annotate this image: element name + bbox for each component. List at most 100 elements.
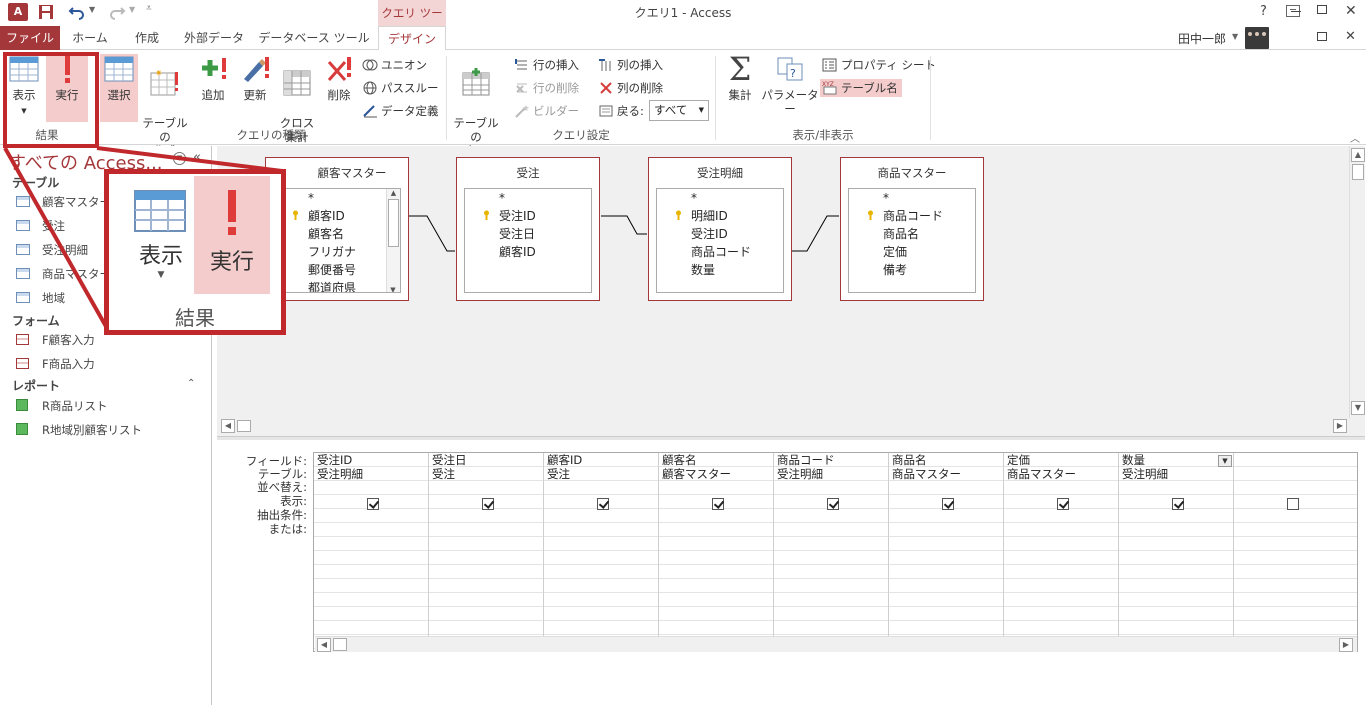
field-item[interactable]: 明細ID xyxy=(657,207,783,225)
crosstab-button[interactable]: クロス 集計 xyxy=(277,54,317,144)
grid-table-cell[interactable]: 受注明細 xyxy=(777,467,823,481)
redo-dropdown-icon[interactable]: ▼ xyxy=(129,5,135,14)
close-document-button[interactable]: ✕ xyxy=(1345,29,1356,44)
access-logo-icon[interactable]: A xyxy=(8,3,28,21)
scroll-down-button[interactable]: ▼ xyxy=(1351,401,1365,415)
select-button[interactable]: 選択 xyxy=(100,54,138,122)
scroll-thumb[interactable] xyxy=(388,199,399,247)
totals-button[interactable]: Σ 集計 xyxy=(720,53,760,122)
undo-icon[interactable] xyxy=(68,4,86,20)
grid-column[interactable]: 商品コード 受注明細 xyxy=(774,453,889,636)
union-button[interactable]: ユニオン xyxy=(362,56,427,74)
minimize-icon[interactable] xyxy=(1291,11,1301,12)
scroll-up-button[interactable]: ▲ xyxy=(1351,148,1365,162)
insert-rows-button[interactable]: 行の挿入 xyxy=(514,56,579,74)
field-item[interactable]: * xyxy=(849,189,975,207)
delete-button[interactable]: 削除 xyxy=(320,54,358,122)
table-names-button[interactable]: XYZ テーブル名 xyxy=(820,79,902,97)
nav-item-report[interactable]: R地域別顧客リスト xyxy=(16,420,142,440)
scroll-left-button[interactable]: ◀ xyxy=(221,419,235,433)
update-button[interactable]: 更新 xyxy=(236,54,274,122)
grid-column[interactable]: 顧客ID 受注 xyxy=(544,453,659,636)
grid-field-cell[interactable]: 受注日 xyxy=(432,453,467,467)
grid-column[interactable]: 顧客名 顧客マスター xyxy=(659,453,774,636)
scroll-right-button[interactable]: ▶ xyxy=(1339,638,1353,652)
field-item[interactable]: 商品名 xyxy=(849,225,975,243)
field-item[interactable]: 定価 xyxy=(849,243,975,261)
data-definition-button[interactable]: データ定義 xyxy=(362,102,439,120)
field-item[interactable]: * xyxy=(465,189,591,207)
insert-columns-button[interactable]: 列の挿入 xyxy=(598,56,663,74)
tab-design[interactable]: デザイン xyxy=(378,26,446,51)
delete-columns-button[interactable]: 列の削除 xyxy=(598,79,663,97)
show-checkbox[interactable] xyxy=(942,498,954,510)
return-select[interactable]: すべて ▼ xyxy=(649,100,709,121)
scroll-right-button[interactable]: ▶ xyxy=(1333,419,1347,433)
grid-field-cell[interactable]: 顧客ID xyxy=(547,453,582,467)
field-item[interactable]: 商品コード xyxy=(849,207,975,225)
user-name[interactable]: 田中一郎 xyxy=(1178,30,1226,47)
field-item[interactable]: 受注日 xyxy=(465,225,591,243)
tab-external-data[interactable]: 外部データ xyxy=(176,26,252,50)
grid-table-cell[interactable]: 商品マスター xyxy=(892,467,961,481)
help-button[interactable]: ? xyxy=(1260,4,1267,19)
scroll-thumb[interactable] xyxy=(333,638,347,651)
field-item[interactable]: 数量 xyxy=(657,261,783,279)
builder-button[interactable]: ビルダー xyxy=(514,102,579,120)
field-dropdown-button[interactable]: ▼ xyxy=(1218,455,1232,467)
grid-column[interactable]: 受注ID 受注明細 xyxy=(314,453,429,636)
section-collapse-icon[interactable]: ⌃ xyxy=(187,378,195,389)
nav-item-report[interactable]: R商品リスト xyxy=(16,396,108,416)
delete-rows-button[interactable]: 行の削除 xyxy=(514,79,579,97)
field-list-title[interactable]: 受注 xyxy=(457,158,599,188)
field-list-title[interactable]: 商品マスター xyxy=(841,158,983,188)
save-icon[interactable] xyxy=(38,4,54,20)
property-sheet-button[interactable]: プロパティ シート xyxy=(822,56,936,74)
field-list-product-master[interactable]: 商品マスター * 商品コード 商品名 定価 備考 xyxy=(840,157,984,301)
undo-dropdown-icon[interactable]: ▼ xyxy=(89,5,95,14)
show-checkbox[interactable] xyxy=(1287,498,1299,510)
show-checkbox[interactable] xyxy=(827,498,839,510)
h-scrollbar[interactable]: ◀ ▶ xyxy=(217,418,1349,434)
grid-field-cell[interactable]: 顧客名 xyxy=(662,453,697,467)
restore-button[interactable] xyxy=(1317,5,1327,14)
parameters-button[interactable]: ? パラメーター xyxy=(761,54,819,122)
show-checkbox[interactable] xyxy=(482,498,494,510)
grid-column[interactable]: 商品名 商品マスター xyxy=(889,453,1004,636)
show-checkbox[interactable] xyxy=(1057,498,1069,510)
grid-field-cell[interactable]: 商品コード xyxy=(777,453,835,467)
tab-database-tools[interactable]: データベース ツール xyxy=(255,26,373,50)
grid-table-cell[interactable]: 受注 xyxy=(432,467,455,481)
close-button[interactable]: ✕ xyxy=(1345,3,1357,19)
scroll-thumb[interactable] xyxy=(237,420,251,432)
append-button[interactable]: 追加 xyxy=(194,54,232,122)
show-checkbox[interactable] xyxy=(712,498,724,510)
tab-home[interactable]: ホーム xyxy=(62,26,118,50)
show-checkbox[interactable] xyxy=(367,498,379,510)
grid-table-cell[interactable]: 顧客マスター xyxy=(662,467,731,481)
field-item[interactable]: 顧客ID xyxy=(465,243,591,261)
scroll-up-icon[interactable]: ▲ xyxy=(387,189,400,197)
field-item[interactable]: 商品コード xyxy=(657,243,783,261)
grid-table-cell[interactable]: 受注明細 xyxy=(1122,467,1168,481)
grid-field-cell[interactable]: 商品名 xyxy=(892,453,927,467)
field-list-title[interactable]: 受注明細 xyxy=(649,158,791,188)
field-item[interactable]: 受注ID xyxy=(465,207,591,225)
grid-h-scrollbar[interactable]: ◀ ▶ xyxy=(315,636,1357,652)
scroll-left-button[interactable]: ◀ xyxy=(317,638,331,652)
grid-table-cell[interactable]: 受注 xyxy=(547,467,570,481)
make-table-button[interactable]: ✷ テーブルの 作成 xyxy=(139,54,191,158)
redo-icon[interactable] xyxy=(108,4,126,20)
minimize-button[interactable] xyxy=(1292,12,1293,13)
grid-field-cell[interactable]: 数量 xyxy=(1122,453,1145,467)
field-list-orders[interactable]: 受注 * 受注ID 受注日 顧客ID xyxy=(456,157,600,301)
restore-document-button[interactable] xyxy=(1317,32,1327,41)
field-list-scrollbar[interactable]: ▲ ▼ xyxy=(386,189,400,292)
collapse-ribbon-icon[interactable]: ︿ xyxy=(1350,130,1360,145)
grid-column[interactable]: 受注日 受注 xyxy=(429,453,544,636)
show-checkbox[interactable] xyxy=(597,498,609,510)
grid-field-cell[interactable]: 定価 xyxy=(1007,453,1030,467)
grid-field-cell[interactable]: 受注ID xyxy=(317,453,352,467)
show-checkbox[interactable] xyxy=(1172,498,1184,510)
grid-column[interactable]: 定価 商品マスター xyxy=(1004,453,1119,636)
